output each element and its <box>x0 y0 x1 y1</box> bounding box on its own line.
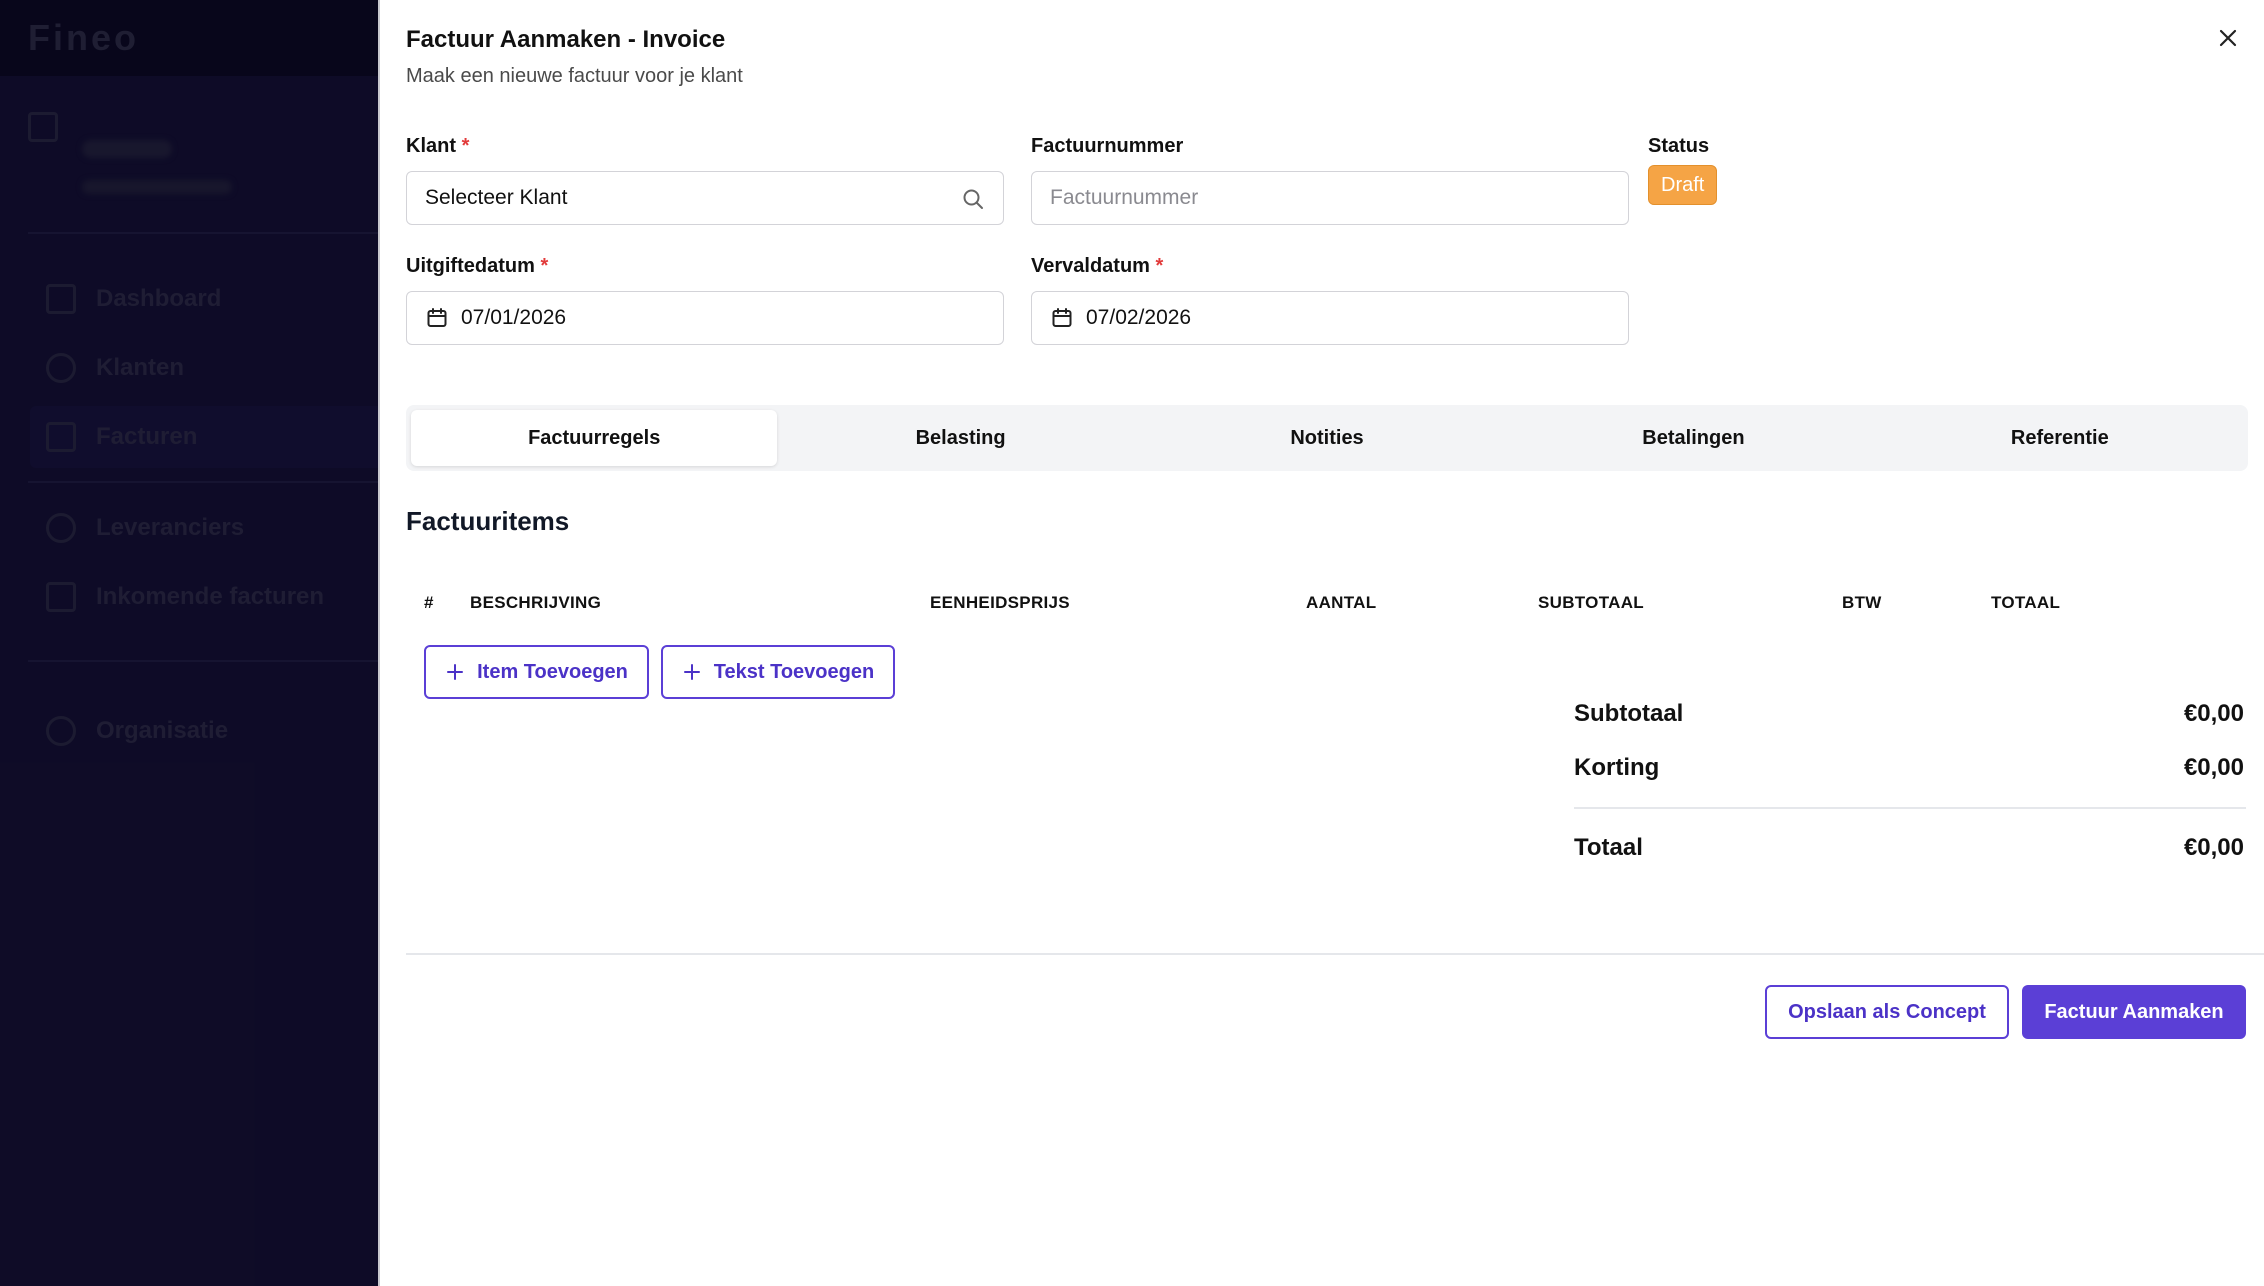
sidebar-item-facturen[interactable]: Facturen <box>30 406 380 468</box>
sidebar: Fineo Dashboard Klanten Facturen Leveran… <box>0 0 380 1286</box>
sidebar-item-label: Organisatie <box>96 717 229 744</box>
close-button[interactable] <box>2210 20 2246 56</box>
sidebar-item-inkomende-facturen[interactable]: Inkomende facturen <box>30 566 380 628</box>
items-section-title: Factuuritems <box>406 506 570 536</box>
sidebar-divider <box>28 481 380 483</box>
total-label: Totaal <box>1574 834 1643 861</box>
status-label: Status <box>1648 135 1710 157</box>
document-icon <box>46 582 76 612</box>
status-badge: Draft <box>1648 165 1718 205</box>
home-icon <box>46 284 76 314</box>
plus-icon <box>447 664 464 680</box>
add-item-label: Item Toevoegen <box>477 660 628 683</box>
column-header-eenheidsprijs: EENHEIDSPRIJS <box>930 593 1070 612</box>
user-email-blurred <box>82 180 232 194</box>
column-header-subtotaal: SUBTOTAAL <box>1538 593 1644 612</box>
subtotal-label: Subtotaal <box>1574 700 1684 727</box>
factuurnummer-label: Factuurnummer <box>1031 135 1184 157</box>
footer-divider <box>406 953 2264 955</box>
column-header-btw: BTW <box>1842 593 1882 612</box>
uitgiftedatum-value: 07/01/2026 <box>461 306 567 329</box>
sidebar-item-label: Facturen <box>96 423 198 450</box>
sidebar-divider <box>28 232 380 234</box>
vervaldatum-label: Vervaldatum * <box>1031 255 1163 278</box>
modal-subtitle: Maak een nieuwe factuur voor je klant <box>406 65 743 87</box>
sidebar-divider <box>28 660 380 662</box>
search-icon <box>961 187 985 211</box>
factuurnummer-input[interactable] <box>1031 171 1629 225</box>
vervaldatum-value: 07/02/2026 <box>1086 306 1192 329</box>
calendar-icon <box>1050 306 1074 330</box>
column-header-totaal: TOTAAL <box>1991 593 2061 612</box>
klant-select-value: Selecteer Klant <box>425 186 568 209</box>
required-mark: * <box>461 135 470 157</box>
users-icon <box>46 353 76 383</box>
brand-logo: Fineo <box>28 17 139 58</box>
tab-factuurregels[interactable]: Factuurregels <box>411 410 778 466</box>
uitgiftedatum-label: Uitgiftedatum * <box>406 255 548 278</box>
create-invoice-button[interactable]: Factuur Aanmaken <box>2022 985 2246 1039</box>
tab-belasting[interactable]: Belasting <box>777 410 1143 466</box>
user-name-blurred <box>82 140 172 158</box>
add-text-label: Tekst Toevoegen <box>713 660 875 683</box>
summary-divider <box>1574 807 2246 809</box>
tab-referentie[interactable]: Referentie <box>1877 410 2243 466</box>
invoice-tabs: Factuurregels Belasting Notities Betalin… <box>406 405 2248 471</box>
klant-select[interactable]: Selecteer Klant <box>406 171 1004 225</box>
sidebar-item-organisatie[interactable]: Organisatie <box>30 700 380 762</box>
add-text-button[interactable]: Tekst Toevoegen <box>661 645 895 699</box>
sidebar-item-leveranciers[interactable]: Leveranciers <box>30 497 380 559</box>
calendar-icon <box>425 306 449 330</box>
invoice-modal: Factuur Aanmaken - Invoice Maak een nieu… <box>378 0 2264 1286</box>
sidebar-item-label: Inkomende facturen <box>96 583 325 610</box>
discount-label: Korting <box>1574 754 1660 781</box>
users-icon <box>46 513 76 543</box>
sidebar-item-label: Leveranciers <box>96 514 245 541</box>
sidebar-item-klanten[interactable]: Klanten <box>30 337 380 399</box>
column-header-beschrijving: BESCHRIJVING <box>470 593 602 612</box>
klant-label: Klant * <box>406 135 469 158</box>
total-value: €0,00 <box>2183 834 2244 861</box>
add-item-button[interactable]: Item Toevoegen <box>424 645 649 699</box>
column-header-aantal: AANTAL <box>1306 593 1377 612</box>
sidebar-item-dashboard[interactable]: Dashboard <box>30 268 380 330</box>
profile-card-icon <box>28 112 58 142</box>
close-icon <box>2219 29 2237 47</box>
required-mark: * <box>540 255 549 277</box>
vervaldatum-picker[interactable]: 07/02/2026 <box>1031 291 1629 345</box>
vervaldatum-label-text: Vervaldatum <box>1031 255 1150 277</box>
sidebar-item-label: Dashboard <box>96 285 222 312</box>
column-header-number: # <box>424 593 434 612</box>
required-mark: * <box>1155 255 1164 277</box>
save-draft-button[interactable]: Opslaan als Concept <box>1765 985 2009 1039</box>
sidebar-item-label: Klanten <box>96 354 185 381</box>
modal-title: Factuur Aanmaken - Invoice <box>406 26 726 53</box>
user-profile[interactable] <box>28 112 358 232</box>
uitgiftedatum-picker[interactable]: 07/01/2026 <box>406 291 1004 345</box>
tab-notities[interactable]: Notities <box>1144 410 1510 466</box>
discount-value: €0,00 <box>2183 754 2244 781</box>
uitgiftedatum-label-text: Uitgiftedatum <box>406 255 535 277</box>
klant-label-text: Klant <box>406 135 456 157</box>
gear-icon <box>46 716 76 746</box>
document-icon <box>46 422 76 452</box>
subtotal-value: €0,00 <box>2183 700 2244 727</box>
sidebar-topbar: Fineo <box>0 0 380 76</box>
plus-icon <box>683 664 700 680</box>
tab-betalingen[interactable]: Betalingen <box>1510 410 1876 466</box>
